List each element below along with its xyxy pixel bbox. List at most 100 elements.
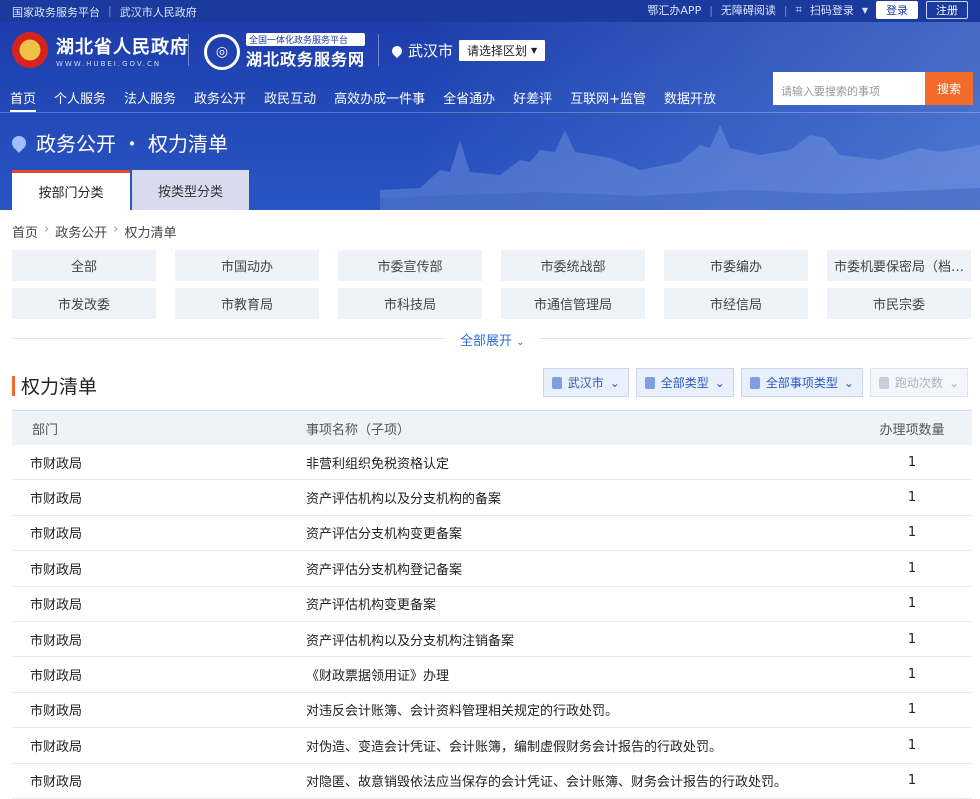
search-button[interactable]: 搜索 <box>925 72 973 105</box>
table-row[interactable]: 市财政局 资产评估机构以及分支机构的备案 1 <box>12 480 972 516</box>
divider <box>188 34 189 66</box>
chevron-down-icon: ⌄ <box>948 375 959 390</box>
department-chip[interactable]: 市委编办 <box>664 250 808 281</box>
district-select[interactable]: 请选择区划 ▼ <box>459 40 546 61</box>
cell-department: 市财政局 <box>30 633 83 649</box>
cell-item-name[interactable]: 对隐匿、故意销毁依法应当保存的会计凭证、会计账簿、财务会计报告的行政处罚。 <box>292 771 852 790</box>
cell-count: 1 <box>907 454 917 470</box>
header-count: 办理项数量 <box>879 422 945 438</box>
cell-item-name[interactable]: 资产评估分支机构登记备案 <box>292 559 852 578</box>
nav-item-public-affairs[interactable]: 政务公开 <box>194 88 246 112</box>
scan-login-link[interactable]: 扫码登录 <box>810 2 854 18</box>
table-row[interactable]: 市财政局 对违反会计账簿、会计资料管理相关规定的行政处罚。 1 <box>12 693 972 729</box>
nav-item-province-wide[interactable]: 全省通办 <box>443 88 495 112</box>
tab-by-department[interactable]: 按部门分类 <box>12 170 130 210</box>
national-platform-link[interactable]: 国家政务服务平台 <box>12 4 100 20</box>
header-department: 部门 <box>32 422 59 438</box>
table-row[interactable]: 市财政局 资产评估机构变更备案 1 <box>12 587 972 622</box>
title-accent-bar <box>12 375 15 396</box>
cell-item-name[interactable]: 资产评估机构以及分支机构注销备案 <box>292 630 852 649</box>
nav-item-interaction[interactable]: 政民互动 <box>264 88 316 112</box>
visit-count-filter-label: 跑动次数 <box>894 376 943 390</box>
cell-item-name[interactable]: 《财政票据领用证》办理 <box>292 665 852 684</box>
ehuiban-app-link[interactable]: 鄂汇办APP <box>647 2 701 18</box>
cell-count: 1 <box>907 631 917 647</box>
header-banner: 国家政务服务平台 | 武汉市人民政府 鄂汇办APP | 无障碍阅读 | ⌗ 扫码… <box>0 0 980 210</box>
department-chip[interactable]: 全部 <box>12 250 156 281</box>
expand-all-label: 全部展开 <box>460 334 513 349</box>
cell-department: 市财政局 <box>30 562 83 578</box>
department-chip[interactable]: 市发改委 <box>12 288 156 319</box>
department-chip[interactable]: 市通信管理局 <box>501 288 645 319</box>
cell-count: 1 <box>907 490 917 506</box>
expand-all-button[interactable]: 全部展开 ⌄ <box>446 330 539 349</box>
tab-by-type[interactable]: 按类型分类 <box>132 170 249 210</box>
table-row[interactable]: 市财政局 资产评估分支机构变更备案 1 <box>12 516 972 552</box>
divider: | <box>783 3 788 17</box>
nav-item-supervision[interactable]: 互联网+监管 <box>570 88 646 112</box>
caret-down-icon: ▼ <box>861 5 868 15</box>
hubei-service-logo[interactable]: ◎ 全国一体化政务服务平台 湖北政务服务网 <box>204 33 366 70</box>
cell-item-name[interactable]: 资产评估机构以及分支机构的备案 <box>292 488 852 507</box>
nav-item-one-thing[interactable]: 高效办成一件事 <box>334 88 425 112</box>
hubei-gov-logo[interactable]: 湖北省人民政府 WWW.HUBEI.GOV.CN <box>12 32 189 68</box>
login-button[interactable]: 登录 <box>876 1 918 19</box>
cell-item-name[interactable]: 非营利组织免税资格认定 <box>292 453 852 472</box>
chevron-right-icon: › <box>44 222 50 237</box>
department-chip[interactable]: 市教育局 <box>175 288 319 319</box>
nav-item-personal[interactable]: 个人服务 <box>54 88 106 112</box>
cell-item-name[interactable]: 资产评估分支机构变更备案 <box>292 523 852 542</box>
power-list-table: 部门 事项名称（子项） 办理项数量 市财政局 非营利组织免税资格认定 1 市财政… <box>12 410 972 799</box>
cell-department: 市财政局 <box>30 739 83 755</box>
cell-count: 1 <box>907 737 917 753</box>
table-row[interactable]: 市财政局 资产评估机构以及分支机构注销备案 1 <box>12 622 972 658</box>
search-bar: 请输入要搜索的事项 搜索 <box>773 72 973 105</box>
region-filter-dropdown[interactable]: 武汉市 ⌄ <box>542 368 629 397</box>
city-name: 武汉市 <box>408 42 454 60</box>
cell-count: 1 <box>907 560 917 576</box>
city-skyline-image <box>380 125 980 210</box>
table-row[interactable]: 市财政局 《财政票据领用证》办理 1 <box>12 657 972 693</box>
department-chip[interactable]: 市委统战部 <box>501 250 645 281</box>
cell-count: 1 <box>907 667 917 683</box>
gov-url: WWW.HUBEI.GOV.CN <box>56 59 162 68</box>
register-button[interactable]: 注册 <box>926 1 968 19</box>
department-chip[interactable]: 市委机要保密局（档… <box>827 250 971 281</box>
visit-count-filter-dropdown[interactable]: 跑动次数 ⌄ <box>869 368 968 397</box>
header-item-name: 事项名称（子项） <box>306 422 411 438</box>
city-selector[interactable]: 武汉市 请选择区划 ▼ <box>389 40 546 61</box>
cell-count: 1 <box>907 525 917 541</box>
breadcrumb-public-affairs[interactable]: 政务公开 <box>55 222 107 241</box>
type-filter-dropdown[interactable]: 全部类型 ⌄ <box>635 368 734 397</box>
wuhan-gov-link[interactable]: 武汉市人民政府 <box>120 4 197 20</box>
page-title-part2: 权力清单 <box>148 132 228 156</box>
cell-item-name[interactable]: 资产评估机构变更备案 <box>292 594 852 613</box>
cell-item-name[interactable]: 对伪造、变造会计凭证、会计账簿，编制虚假财务会计报告的行政处罚。 <box>292 736 852 755</box>
page-title-part1: 政务公开 <box>36 132 116 156</box>
location-pin-icon <box>551 376 562 389</box>
item-type-filter-dropdown[interactable]: 全部事项类型 ⌄ <box>740 368 863 397</box>
nav-item-legal-person[interactable]: 法人服务 <box>124 88 176 112</box>
region-filter-label: 武汉市 <box>567 376 604 390</box>
department-chip[interactable]: 市委宣传部 <box>338 250 482 281</box>
page-title-dot: ・ <box>122 132 142 156</box>
department-chip[interactable]: 市科技局 <box>338 288 482 319</box>
table-row[interactable]: 市财政局 对伪造、变造会计凭证、会计账簿，编制虚假财务会计报告的行政处罚。 1 <box>12 728 972 764</box>
department-chip[interactable]: 市国动办 <box>175 250 319 281</box>
cell-item-name[interactable]: 对违反会计账簿、会计资料管理相关规定的行政处罚。 <box>292 700 852 719</box>
caret-down-icon: ▼ <box>531 46 538 55</box>
breadcrumb: 首页 › 政务公开 › 权力清单 <box>12 222 176 241</box>
nav-item-home[interactable]: 首页 <box>10 88 37 112</box>
table-row[interactable]: 市财政局 非营利组织免税资格认定 1 <box>12 445 972 481</box>
running-person-icon <box>878 376 889 389</box>
nav-item-open-data[interactable]: 数据开放 <box>664 88 716 112</box>
department-chip[interactable]: 市民宗委 <box>827 288 971 319</box>
cell-count: 1 <box>907 702 917 718</box>
search-input[interactable]: 请输入要搜索的事项 <box>773 72 925 105</box>
department-chip[interactable]: 市经信局 <box>664 288 808 319</box>
nav-item-evaluation[interactable]: 好差评 <box>513 88 552 112</box>
breadcrumb-home[interactable]: 首页 <box>12 222 38 241</box>
platform-name: 湖北政务服务网 <box>246 50 366 69</box>
table-row[interactable]: 市财政局 资产评估分支机构登记备案 1 <box>12 551 972 587</box>
accessibility-link[interactable]: 无障碍阅读 <box>721 2 776 18</box>
